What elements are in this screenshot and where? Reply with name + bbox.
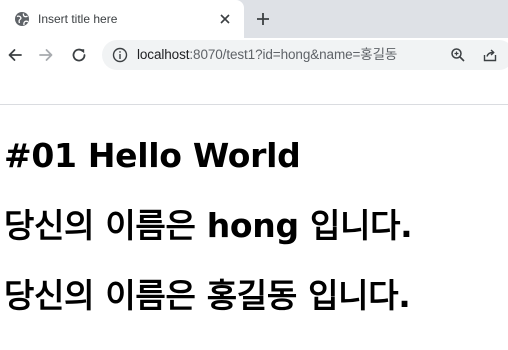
heading-hello-world: #01 Hello World (4, 136, 301, 175)
tab-strip: Insert title here (0, 0, 508, 38)
reload-icon[interactable] (70, 46, 88, 64)
url-path: :8070/test1?id=hong&name=홍길동 (189, 47, 398, 62)
close-icon[interactable] (217, 11, 233, 27)
browser-tab[interactable]: Insert title here (0, 0, 244, 38)
info-icon[interactable] (112, 47, 128, 63)
tab-title: Insert title here (38, 12, 118, 26)
toolbar-divider (0, 104, 508, 105)
zoom-icon[interactable] (450, 47, 466, 63)
url-text[interactable]: localhost:8070/test1?id=hong&name=홍길동 (137, 47, 397, 63)
url-host: localhost (137, 47, 190, 62)
plus-icon[interactable] (254, 10, 272, 28)
heading-name-korean: 당신의 이름은 홍길동 입니다. (4, 276, 411, 315)
browser-toolbar: localhost:8070/test1?id=hong&name=홍길동 (0, 38, 508, 72)
share-icon[interactable] (482, 47, 498, 63)
arrow-left-icon[interactable] (6, 46, 24, 64)
arrow-right-icon[interactable] (37, 46, 55, 64)
address-bar[interactable]: localhost:8070/test1?id=hong&name=홍길동 (102, 40, 508, 70)
globe-icon (15, 12, 29, 26)
heading-name-id: 당신의 이름은 hong 입니다. (4, 206, 413, 245)
